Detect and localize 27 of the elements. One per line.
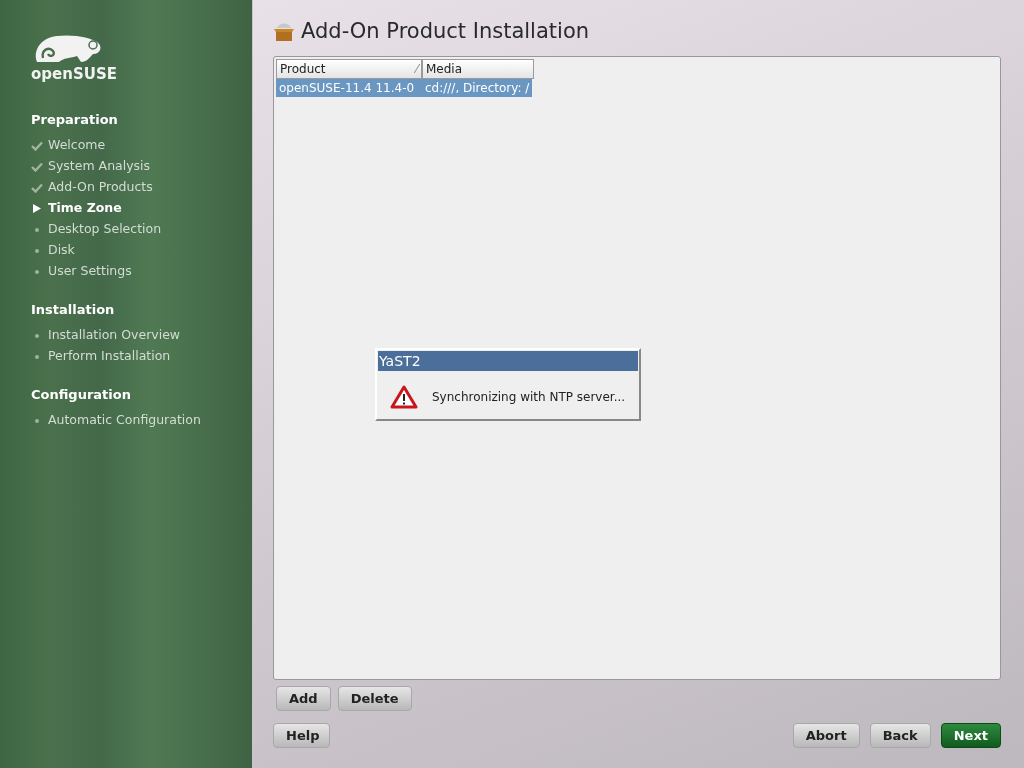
logo-text: openSUSE: [31, 67, 117, 82]
warning-icon: [390, 385, 418, 409]
page-title: Add-On Product Installation: [301, 18, 590, 46]
step-label: Perform Installation: [48, 347, 171, 366]
step-label: Desktop Selection: [48, 220, 162, 239]
section-heading: Configuration: [31, 386, 132, 404]
step-label: Automatic Configuration: [48, 411, 201, 430]
dialog-title: YaST2: [378, 351, 638, 371]
step-label: Add-On Products: [48, 178, 153, 197]
column-header[interactable]: Media: [422, 59, 534, 79]
push-button[interactable]: Help: [273, 723, 330, 748]
push-button[interactable]: Add: [276, 686, 331, 711]
push-button[interactable]: Back: [869, 723, 931, 748]
push-button[interactable]: Delete: [337, 686, 412, 711]
column-header[interactable]: Product ⁄: [276, 59, 422, 79]
section-heading: Installation: [31, 301, 116, 319]
step-label: Welcome: [48, 136, 106, 155]
step-label: Time Zone: [48, 199, 122, 218]
push-button[interactable]: Abort: [792, 723, 860, 748]
section-heading: Preparation: [31, 111, 119, 129]
step-label: System Analysis: [48, 157, 151, 176]
dialog-message: Synchronizing with NTP server...: [432, 389, 626, 406]
push-button[interactable]: Next: [940, 723, 1001, 748]
step-label: Installation Overview: [48, 326, 181, 345]
step-label: User Settings: [48, 262, 132, 281]
step-label: Disk: [48, 241, 75, 260]
package-icon: [273, 22, 295, 42]
